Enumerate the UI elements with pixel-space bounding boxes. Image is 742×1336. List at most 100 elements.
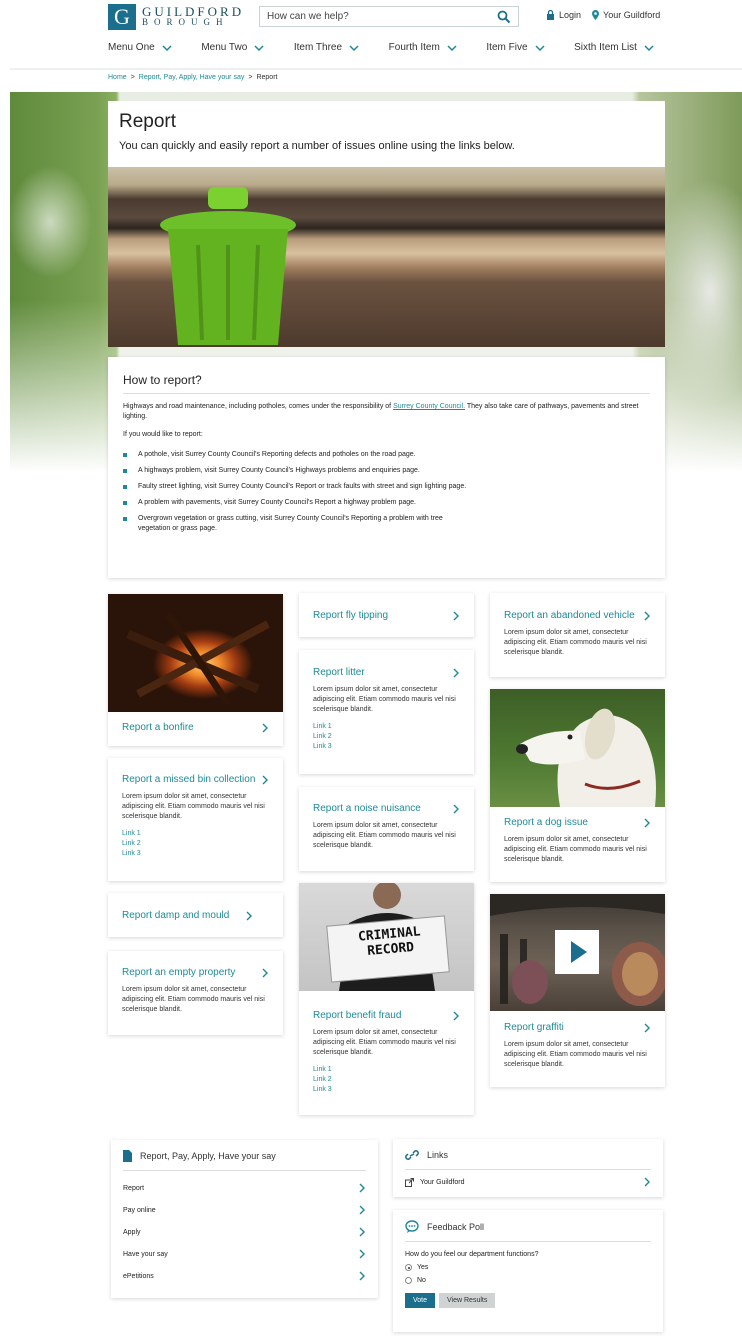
chevron-right-icon bbox=[359, 1271, 365, 1281]
chevron-down-icon bbox=[349, 44, 359, 51]
document-icon bbox=[123, 1150, 132, 1162]
card-report-noise[interactable]: Report a noise nuisance Lorem ipsum dolo… bbox=[299, 787, 474, 871]
hero-bin-image bbox=[108, 167, 665, 347]
chevron-right-icon bbox=[644, 1177, 650, 1187]
login-link[interactable]: Login bbox=[546, 10, 581, 20]
radio-no[interactable] bbox=[405, 1277, 412, 1284]
sidebar-item-have-your-say[interactable]: Have your say bbox=[123, 1243, 366, 1265]
bonfire-image bbox=[108, 594, 283, 712]
nav-item-item-five[interactable]: Item Five bbox=[486, 42, 545, 53]
guildford-logo[interactable]: G GUILDFORD BOROUGH bbox=[108, 4, 244, 30]
how-to-report-heading: How to report? bbox=[123, 373, 650, 394]
card-link-1[interactable]: Link 1 bbox=[122, 829, 269, 839]
card-description: Lorem ipsum dolor sit amet, consectetur … bbox=[313, 686, 456, 713]
nav-item-fourth-item[interactable]: Fourth Item bbox=[389, 42, 457, 53]
links-item-your-guildford[interactable]: Your Guildford bbox=[405, 1170, 651, 1194]
nav-item-item-three[interactable]: Item Three bbox=[294, 42, 359, 53]
card-link-2[interactable]: Link 2 bbox=[122, 839, 269, 849]
feedback-poll-panel: Feedback Poll How do you feel our depart… bbox=[393, 1210, 663, 1332]
play-icon bbox=[571, 941, 587, 963]
chevron-right-icon bbox=[453, 804, 459, 813]
chevron-right-icon bbox=[359, 1249, 365, 1259]
breadcrumb: Home > Report, Pay, Apply, Have your say… bbox=[108, 74, 281, 81]
list-item: A pothole, visit Surrey County Council's… bbox=[123, 450, 468, 460]
nav-item-menu-one[interactable]: Menu One bbox=[108, 42, 172, 53]
external-link-icon bbox=[405, 1177, 414, 1187]
card-report-missed-bin[interactable]: Report a missed bin collection Lorem ips… bbox=[108, 758, 283, 881]
breadcrumb-section[interactable]: Report, Pay, Apply, Have your say bbox=[139, 74, 245, 81]
list-item: Overgrown vegetation or grass cutting, v… bbox=[123, 514, 468, 534]
panel-heading: Feedback Poll bbox=[427, 1221, 485, 1232]
sidebar-item-pay-online[interactable]: Pay online bbox=[123, 1199, 366, 1221]
card-link-3[interactable]: Link 3 bbox=[122, 849, 269, 859]
breadcrumb-separator: > bbox=[248, 74, 253, 81]
search-icon[interactable] bbox=[497, 10, 511, 24]
report-pay-apply-panel: Report, Pay, Apply, Have your say Report… bbox=[111, 1140, 378, 1298]
map-pin-icon bbox=[592, 10, 600, 20]
logo-g-mark-icon: G bbox=[108, 4, 136, 30]
card-title: Report fly tipping bbox=[313, 610, 389, 621]
chevron-right-icon bbox=[453, 611, 459, 620]
poll-option-no[interactable]: No bbox=[405, 1277, 651, 1284]
card-report-benefit-fraud[interactable]: CRIMINAL RECORD Report benefit fraud Lor… bbox=[299, 881, 474, 1115]
card-description: Lorem ipsum dolor sit amet, consectetur … bbox=[313, 1029, 456, 1056]
poll-option-yes[interactable]: Yes bbox=[405, 1264, 651, 1271]
sidebar-item-apply[interactable]: Apply bbox=[123, 1221, 366, 1243]
card-link-1[interactable]: Link 1 bbox=[313, 1065, 460, 1075]
card-description: Lorem ipsum dolor sit amet, consectetur … bbox=[504, 1041, 647, 1068]
card-title: Report a dog issue bbox=[504, 817, 588, 828]
list-item: Faulty street lighting, visit Surrey Cou… bbox=[123, 482, 468, 492]
chevron-right-icon bbox=[644, 1023, 650, 1032]
sidebar-item-report[interactable]: Report bbox=[123, 1177, 366, 1199]
list-item: A problem with pavements, visit Surrey C… bbox=[123, 498, 468, 508]
chevron-right-icon bbox=[453, 668, 459, 677]
nav-item-sixth-item-list[interactable]: Sixth Item List bbox=[574, 42, 654, 53]
links-panel: Links Your Guildford bbox=[393, 1139, 663, 1197]
card-link-3[interactable]: Link 3 bbox=[313, 742, 460, 752]
card-report-fly-tipping[interactable]: Report fly tipping bbox=[299, 593, 474, 637]
criminal-record-image: CRIMINAL RECORD bbox=[299, 881, 474, 991]
how-to-report-paragraph: Highways and road maintenance, including… bbox=[123, 403, 639, 420]
card-report-bonfire[interactable]: Report a bonfire bbox=[108, 594, 283, 746]
header-divider bbox=[10, 68, 742, 70]
nav-item-menu-two[interactable]: Menu Two bbox=[201, 42, 264, 53]
card-description: Lorem ipsum dolor sit amet, consectetur … bbox=[122, 793, 265, 820]
card-report-graffiti[interactable]: Report graffiti Lorem ipsum dolor sit am… bbox=[490, 894, 668, 1087]
chevron-right-icon bbox=[262, 723, 268, 732]
chevron-down-icon bbox=[162, 44, 172, 51]
chevron-right-icon bbox=[262, 968, 268, 977]
card-link-2[interactable]: Link 2 bbox=[313, 732, 460, 742]
how-to-report-section: How to report? Highways and road mainten… bbox=[108, 357, 665, 578]
vote-button[interactable]: Vote bbox=[405, 1293, 436, 1308]
graffiti-video-thumbnail[interactable] bbox=[490, 894, 668, 1011]
your-guildford-link[interactable]: Your Guildford bbox=[592, 10, 660, 20]
card-title: Report damp and mould bbox=[122, 910, 230, 921]
card-report-empty-property[interactable]: Report an empty property Lorem ipsum dol… bbox=[108, 951, 283, 1035]
card-report-abandoned-vehicle[interactable]: Report an abandoned vehicle Lorem ipsum … bbox=[490, 593, 665, 677]
card-links: Link 1 Link 2 Link 3 bbox=[313, 722, 460, 752]
radio-yes[interactable] bbox=[405, 1264, 412, 1271]
surrey-county-council-link[interactable]: Surrey County Council. bbox=[393, 403, 465, 410]
card-link-2[interactable]: Link 2 bbox=[313, 1075, 460, 1085]
speech-bubble-icon bbox=[405, 1220, 419, 1233]
top-links: Login Your Guildford bbox=[546, 10, 671, 20]
card-report-litter[interactable]: Report litter Lorem ipsum dolor sit amet… bbox=[299, 650, 474, 774]
card-description: Lorem ipsum dolor sit amet, consectetur … bbox=[504, 836, 647, 863]
card-links: Link 1 Link 2 Link 3 bbox=[122, 829, 269, 859]
page-intro: You can quickly and easily report a numb… bbox=[119, 140, 515, 152]
card-report-dog-issue[interactable]: Report a dog issue Lorem ipsum dolor sit… bbox=[490, 689, 665, 882]
play-button[interactable] bbox=[555, 930, 599, 974]
chevron-down-icon bbox=[254, 44, 264, 51]
card-title: Report a bonfire bbox=[122, 722, 194, 733]
view-results-button[interactable]: View Results bbox=[439, 1293, 496, 1308]
card-report-damp-mould[interactable]: Report damp and mould bbox=[108, 893, 283, 937]
chevron-right-icon bbox=[246, 911, 252, 920]
card-title: Report graffiti bbox=[504, 1022, 564, 1033]
search-input[interactable] bbox=[260, 7, 485, 26]
breadcrumb-home[interactable]: Home bbox=[108, 74, 127, 81]
chevron-right-icon bbox=[453, 1011, 459, 1020]
sidebar-item-epetitions[interactable]: ePetitions bbox=[123, 1265, 366, 1287]
site-header: G GUILDFORD BOROUGH Login Your Guildford bbox=[0, 0, 742, 70]
card-link-3[interactable]: Link 3 bbox=[313, 1085, 460, 1095]
card-link-1[interactable]: Link 1 bbox=[313, 722, 460, 732]
